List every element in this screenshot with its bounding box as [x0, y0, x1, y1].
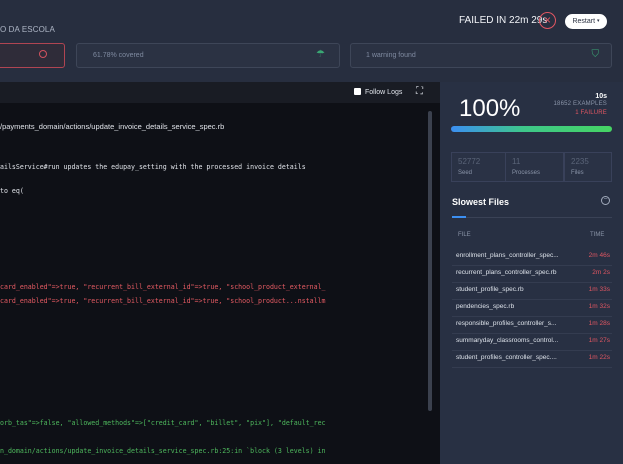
follow-logs-toggle[interactable]: Follow Logs: [354, 88, 402, 96]
chevron-down-icon: ▾: [597, 18, 600, 24]
app-title: O DA ESCOLA: [0, 25, 55, 34]
file-time: 2m 46s: [588, 252, 610, 259]
column-header-file: FILE: [458, 232, 471, 238]
stat-label: Files: [571, 170, 584, 176]
location-pin-icon: [39, 50, 47, 58]
log-line: orb_tas"=>false, "allowed_methods"=>["cr…: [0, 419, 326, 427]
failures-count: 1 FAILURE: [575, 110, 607, 116]
table-row[interactable]: pendencies_spec.rb 1m 32s: [452, 299, 612, 317]
file-name: student_profile_spec.rb: [456, 286, 524, 293]
slowest-files-title: Slowest Files: [452, 197, 510, 207]
restart-label: Restart: [572, 18, 596, 25]
table-row[interactable]: recurrent_plans_controller_spec.rb 2m 2s: [452, 265, 612, 283]
console-scrollbar[interactable]: [428, 111, 432, 411]
tab-divider: [452, 217, 612, 218]
coverage-text: 61.78% covered: [93, 52, 144, 59]
warnings-text: 1 warning found: [366, 52, 416, 59]
file-name: summaryday_classrooms_control...: [456, 337, 559, 344]
examples-count: 18652 EXAMPLES: [553, 101, 607, 107]
table-row[interactable]: summaryday_classrooms_control... 1m 27s: [452, 333, 612, 351]
tab-active-indicator: [452, 216, 466, 218]
log-line: n_domain/actions/update_invoice_details_…: [0, 447, 326, 455]
stat-value: 11: [512, 157, 521, 166]
stat-files: 2235 Files: [564, 152, 612, 182]
log-line: to eq(: [0, 187, 24, 195]
file-name: responsible_profiles_controller_s...: [456, 320, 557, 327]
stat-seed: 52772 Seed: [451, 152, 506, 182]
stat-value: 2235: [571, 157, 589, 166]
failed-icon: ×: [539, 12, 556, 29]
restart-button[interactable]: Restart ▾: [565, 14, 607, 29]
file-time: 1m 28s: [588, 320, 610, 327]
progress-bar: [451, 126, 612, 132]
file-name: student_profiles_controller_spec....: [456, 354, 557, 361]
stat-label: Seed: [458, 170, 473, 176]
progress-percent: 100%: [459, 95, 521, 122]
log-line: card_enabled"=>true, "recurrent_bill_ext…: [0, 297, 326, 305]
table-row[interactable]: student_profile_spec.rb 1m 33s: [452, 282, 612, 300]
stat-processes: 11 Processes: [505, 152, 564, 182]
duration: 10s: [595, 93, 607, 100]
file-name: pendencies_spec.rb: [456, 303, 515, 310]
file-time: 1m 33s: [588, 286, 610, 293]
file-time: 1m 27s: [588, 337, 610, 344]
build-status: FAILED IN 22m 29s: [459, 15, 548, 26]
file-time: 2m 2s: [592, 269, 610, 276]
checkbox-icon[interactable]: [354, 88, 361, 95]
table-row[interactable]: enrollment_plans_controller_spec... 2m 46…: [452, 248, 612, 266]
file-time: 1m 22s: [588, 354, 610, 361]
follow-logs-label: Follow Logs: [365, 89, 403, 96]
fullscreen-icon[interactable]: ⛶: [416, 86, 423, 97]
log-line: card_enabled"=>true, "recurrent_bill_ext…: [0, 283, 326, 291]
column-header-time: TIME: [590, 232, 605, 238]
build-status-card[interactable]: [0, 43, 65, 68]
collapse-icon[interactable]: −: [601, 196, 610, 205]
file-time: 1m 32s: [588, 303, 610, 310]
file-name: enrollment_plans_controller_spec...: [456, 252, 559, 259]
file-name: recurrent_plans_controller_spec.rb: [456, 269, 557, 276]
umbrella-icon: ☂: [316, 49, 325, 60]
stat-label: Processes: [512, 170, 541, 176]
console-output: [0, 82, 440, 464]
log-line: /payments_domain/actions/update_invoice_…: [0, 122, 225, 131]
table-row[interactable]: responsible_profiles_controller_s... 1m 2…: [452, 316, 612, 334]
warning-shield-icon: ⛉: [591, 49, 600, 60]
coverage-card[interactable]: 61.78% covered ☂: [76, 43, 340, 68]
log-line: ailsService#run updates the edupay_setti…: [0, 163, 306, 171]
stat-value: 52772: [458, 157, 481, 166]
table-row[interactable]: student_profiles_controller_spec.... 1m 2…: [452, 350, 612, 368]
warnings-card[interactable]: 1 warning found ⛉: [350, 43, 612, 68]
top-bar: [0, 0, 623, 82]
